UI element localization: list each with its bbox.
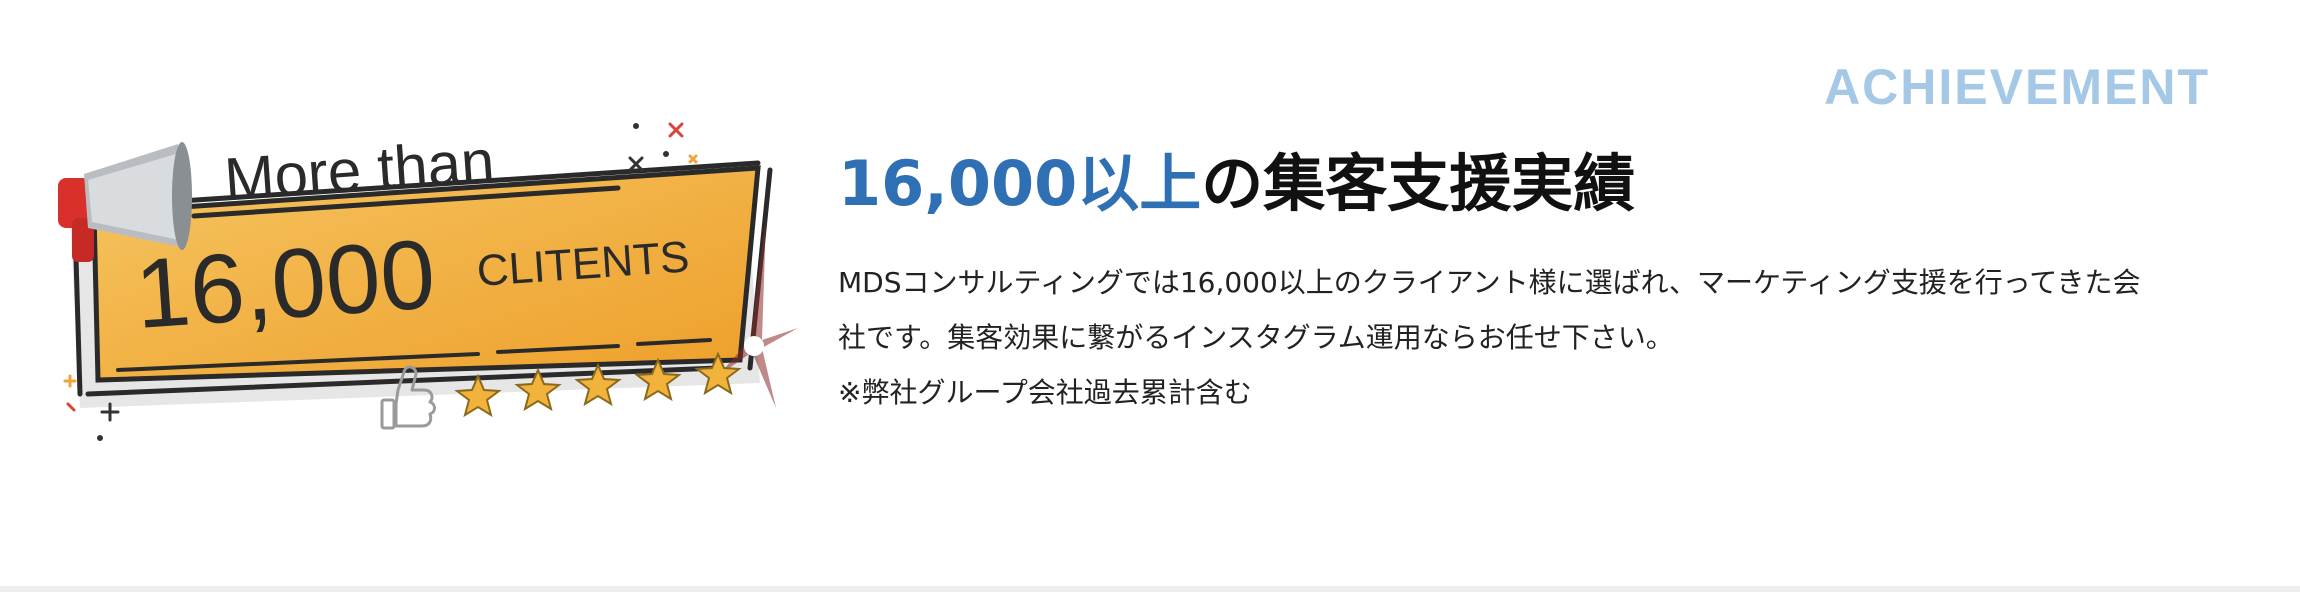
banner-big-number: 16,000 bbox=[132, 218, 439, 349]
description-note: ※弊社グループ会社過去累計含む bbox=[838, 376, 1252, 409]
description-line-2: 社です。集客効果に繋がるインスタグラム運用ならお任せ下さい。 bbox=[838, 321, 1674, 354]
description-line-1: MDSコンサルティングでは16,000以上のクライアント様に選ばれ、マーケティン… bbox=[838, 266, 2141, 299]
clients-banner-illustration: More than 16,000 CLITENTS bbox=[58, 108, 810, 448]
achievement-headline: 16,000以上の集客支援実績 bbox=[838, 140, 2238, 228]
headline-rest: の集客支援実績 bbox=[1201, 147, 1636, 220]
achievement-description: MDSコンサルティングでは16,000以上のクライアント様に選ばれ、マーケティン… bbox=[838, 255, 2238, 420]
headline-accent: 16,000以上 bbox=[838, 147, 1202, 220]
section-divider bbox=[0, 586, 2300, 592]
achievement-section: ACHIEVEMENT More than 16,000 CLITENTS 16… bbox=[0, 0, 2300, 592]
section-label: ACHIEVEMENT bbox=[1824, 59, 2210, 115]
